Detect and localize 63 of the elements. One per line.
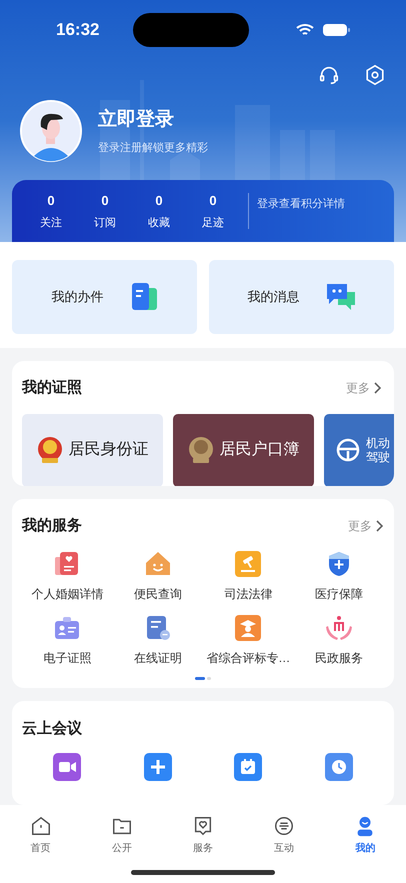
- quick-card[interactable]: 我的消息: [209, 260, 394, 334]
- section-title: 云上会议: [22, 720, 82, 737]
- stat-label[interactable]: 足迹: [202, 214, 224, 231]
- certificate-name: 驾驶: [366, 450, 390, 464]
- document-icon: [130, 282, 158, 312]
- steering-wheel-icon: [336, 438, 360, 462]
- video-camera-icon[interactable]: [53, 753, 82, 781]
- emblem-icon: [36, 436, 62, 464]
- certificate-card[interactable]: 居民户口簿: [173, 414, 314, 486]
- stat-value: 0: [47, 192, 55, 210]
- login-title[interactable]: 立即登录: [98, 106, 208, 134]
- id-badge-icon: [54, 615, 80, 641]
- certificate-name: 机动: [366, 436, 390, 450]
- service-label[interactable]: 个人婚姻详情: [31, 585, 104, 603]
- section-title: 我的证照: [22, 378, 82, 398]
- tab-item[interactable]: 首页: [0, 815, 82, 856]
- service-label[interactable]: 医疗保障: [314, 585, 363, 603]
- certificate-name: 居民身份证: [68, 440, 148, 460]
- status-time: 16:32: [56, 19, 100, 42]
- stat-value: 0: [101, 192, 109, 210]
- chat-bubbles-icon: [326, 283, 356, 311]
- stat-value: 0: [209, 192, 217, 210]
- service-label[interactable]: 省综合评标专…: [206, 649, 290, 667]
- certificate-card[interactable]: 居民身份证: [22, 414, 163, 486]
- clock-icon[interactable]: [324, 753, 353, 781]
- caring-hands-icon: [326, 615, 352, 641]
- service-label[interactable]: 电子证照: [43, 649, 92, 667]
- tab-item[interactable]: 互动: [244, 815, 325, 856]
- service-label[interactable]: 在线证明: [134, 649, 182, 667]
- tab-item[interactable]: 服务: [162, 815, 244, 856]
- chevron-right-icon: [376, 520, 384, 532]
- chevron-right-icon: [374, 382, 382, 394]
- service-label[interactable]: 民政服务: [314, 649, 363, 667]
- section-title: 我的服务: [22, 516, 82, 536]
- document-icon: [144, 615, 171, 641]
- service-label[interactable]: 司法法律: [224, 585, 272, 603]
- calendar-icon[interactable]: [234, 753, 262, 781]
- chat-bubble-icon: [273, 815, 296, 837]
- heart-bubble-icon: [192, 815, 214, 837]
- stat-label[interactable]: 关注: [40, 214, 62, 231]
- emblem-icon: [188, 436, 214, 464]
- wifi-icon: [296, 23, 314, 37]
- service-label[interactable]: 便民查询: [134, 585, 182, 603]
- smiling-house-icon: [144, 551, 171, 577]
- marriage-certificate-icon: [54, 551, 80, 577]
- battery-icon: [322, 23, 350, 37]
- gavel-icon: [235, 551, 262, 577]
- tab-item[interactable]: 我的: [324, 815, 406, 856]
- quick-card[interactable]: 我的办件: [12, 260, 197, 334]
- certificate-name: 居民户口簿: [220, 440, 300, 460]
- certificate-card[interactable]: 机动 驾驶: [324, 414, 394, 486]
- tab-item[interactable]: 公开: [81, 815, 162, 856]
- home-icon: [30, 815, 52, 837]
- headset-icon[interactable]: [318, 64, 340, 86]
- stat-value: 0: [155, 192, 163, 210]
- plus-icon[interactable]: [144, 753, 172, 781]
- stat-label[interactable]: 订阅: [94, 214, 116, 231]
- stat-label[interactable]: 收藏: [148, 214, 170, 231]
- avatar-icon[interactable]: [20, 100, 82, 162]
- login-subtitle: 登录注册解锁更多精彩: [98, 140, 208, 156]
- graduate-icon: [235, 615, 262, 641]
- settings-icon[interactable]: [364, 64, 386, 86]
- points-hint[interactable]: 登录查看积分详情: [257, 196, 345, 212]
